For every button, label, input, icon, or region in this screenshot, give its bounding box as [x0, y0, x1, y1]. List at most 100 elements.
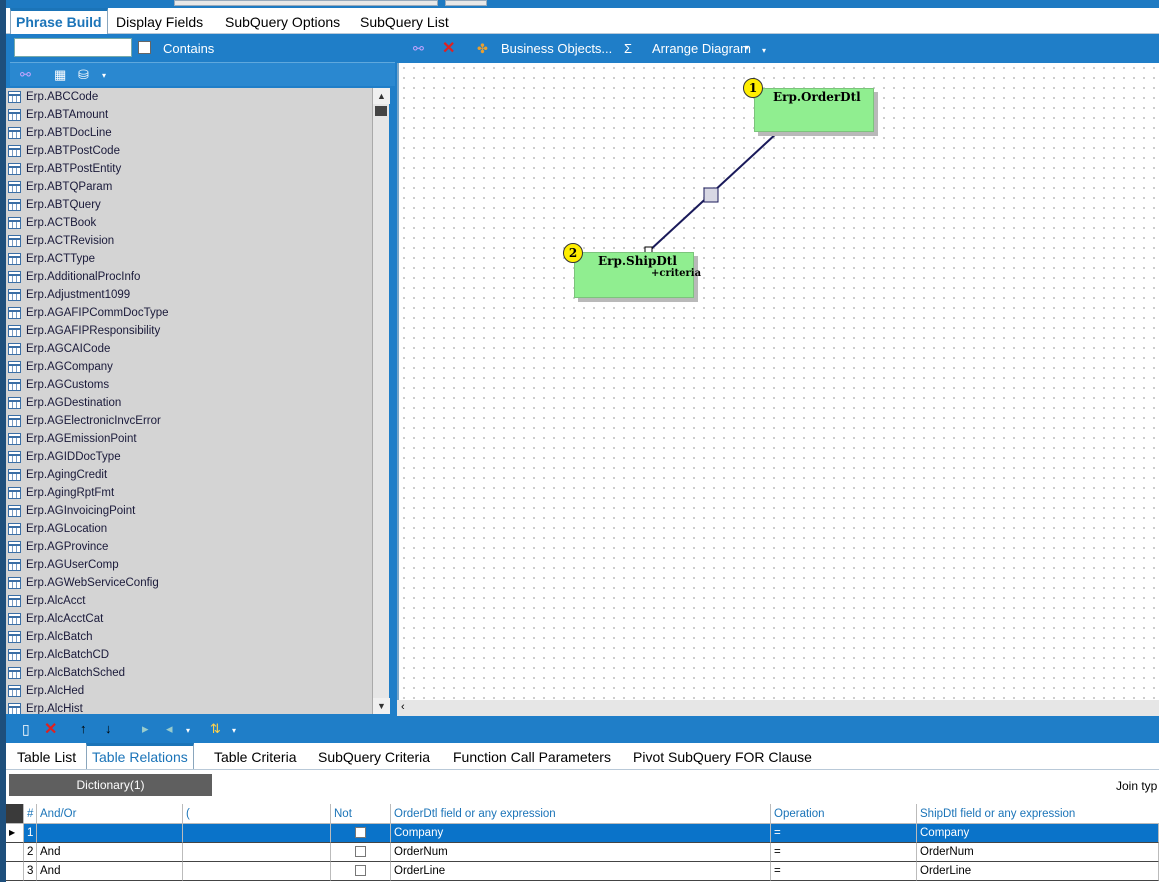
- link-tool-icon[interactable]: ⚯: [413, 41, 424, 57]
- cell-num[interactable]: 1: [24, 824, 37, 843]
- toolbar-dropdown-icon[interactable]: ▾: [102, 71, 106, 80]
- table-list-item[interactable]: Erp.AgingRptFmt: [6, 484, 380, 502]
- table-list-item[interactable]: Erp.AlcBatchSched: [6, 664, 380, 682]
- tab-phrase-build[interactable]: Phrase Build: [10, 8, 108, 34]
- contains-checkbox[interactable]: [138, 41, 151, 54]
- table-list-item[interactable]: Erp.AGIDDocType: [6, 448, 380, 466]
- tab-subquery-list[interactable]: SubQuery List: [360, 8, 449, 34]
- link-icon[interactable]: ⚯: [20, 67, 31, 83]
- column-header-right-field[interactable]: ShipDtl field or any expression: [917, 804, 1159, 824]
- table-list-item[interactable]: Erp.AlcHist: [6, 700, 380, 714]
- cell-not[interactable]: [331, 843, 391, 862]
- diagram-hscroll[interactable]: ‹: [397, 700, 1159, 716]
- arrange-dropdown-icon[interactable]: ▾: [745, 43, 749, 52]
- delete-icon[interactable]: ✕: [442, 38, 455, 58]
- table-list-item[interactable]: Erp.AGElectronicInvcError: [6, 412, 380, 430]
- toolbar-dropdown-icon[interactable]: ▾: [186, 726, 190, 735]
- table-list-item[interactable]: Erp.AdditionalProcInfo: [6, 268, 380, 286]
- table-list-item[interactable]: Erp.AGCustoms: [6, 376, 380, 394]
- tab-function-call-parameters[interactable]: Function Call Parameters: [453, 743, 611, 769]
- column-header-not[interactable]: Not: [331, 804, 391, 824]
- cell-left-field[interactable]: Company: [391, 824, 771, 843]
- move-down-icon[interactable]: ↓: [105, 721, 112, 736]
- relation-row[interactable]: ▶ 1 Company = Company: [6, 824, 1159, 843]
- table-list-item[interactable]: Erp.ABCCode: [6, 88, 380, 106]
- table-list-item[interactable]: Erp.AGInvoicingPoint: [6, 502, 380, 520]
- table-list-item[interactable]: Erp.AGEmissionPoint: [6, 430, 380, 448]
- relation-join-handle[interactable]: [703, 187, 719, 203]
- row-selector[interactable]: [6, 843, 24, 862]
- relation-row[interactable]: 2 And OrderNum = OrderNum: [6, 843, 1159, 862]
- toolbar-more-icon[interactable]: ▾: [762, 46, 766, 55]
- table-list-item[interactable]: Erp.ABTAmount: [6, 106, 380, 124]
- diagram-canvas[interactable]: Erp.OrderDtl 1 Erp.ShipDtl +criteria 2: [397, 63, 1159, 700]
- arrange-diagram-button[interactable]: Arrange Diagram: [652, 41, 751, 56]
- table-list-item[interactable]: Erp.AGAFIPResponsibility: [6, 322, 380, 340]
- business-objects-button[interactable]: Business Objects...: [501, 41, 612, 56]
- tab-table-criteria[interactable]: Table Criteria: [214, 743, 296, 769]
- table-list-item[interactable]: Erp.ABTPostCode: [6, 142, 380, 160]
- column-header-num[interactable]: #: [24, 804, 37, 824]
- tab-subquery-criteria[interactable]: SubQuery Criteria: [318, 743, 430, 769]
- indent-right-icon[interactable]: ▸: [142, 721, 149, 737]
- table-list-scrollbar[interactable]: ▲ ▼: [372, 88, 390, 714]
- not-checkbox[interactable]: [355, 827, 366, 838]
- cell-paren[interactable]: [183, 824, 331, 843]
- table-list-item[interactable]: Erp.AlcAcctCat: [6, 610, 380, 628]
- cell-andor[interactable]: [37, 824, 183, 843]
- relation-row[interactable]: 3 And OrderLine = OrderLine: [6, 862, 1159, 881]
- table-view-icon[interactable]: ▦: [54, 67, 66, 83]
- scroll-thumb[interactable]: [375, 106, 387, 116]
- table-list-item[interactable]: Erp.AGCAICode: [6, 340, 380, 358]
- table-list-item[interactable]: Erp.ACTRevision: [6, 232, 380, 250]
- scroll-down-icon[interactable]: ▼: [373, 698, 390, 714]
- top-nav-buttons[interactable]: [445, 0, 487, 6]
- row-selector[interactable]: [6, 862, 24, 881]
- move-up-icon[interactable]: ↑: [80, 721, 87, 736]
- table-list-item[interactable]: Erp.ABTQuery: [6, 196, 380, 214]
- cell-andor[interactable]: And: [37, 862, 183, 881]
- cell-num[interactable]: 3: [24, 862, 37, 881]
- indent-left-icon[interactable]: ◂: [166, 721, 173, 737]
- entity-shipdtl[interactable]: Erp.ShipDtl +criteria: [574, 252, 701, 298]
- table-list-item[interactable]: Erp.AlcAcct: [6, 592, 380, 610]
- cell-operation[interactable]: =: [771, 843, 917, 862]
- cell-not[interactable]: [331, 862, 391, 881]
- table-list-item[interactable]: Erp.ABTQParam: [6, 178, 380, 196]
- tab-subquery-options[interactable]: SubQuery Options: [225, 8, 340, 34]
- tab-pivot-subquery[interactable]: Pivot SubQuery FOR Clause: [633, 743, 812, 769]
- table-list-item[interactable]: Erp.AGDestination: [6, 394, 380, 412]
- column-header-left-field[interactable]: OrderDtl field or any expression: [391, 804, 771, 824]
- scroll-up-icon[interactable]: ▲: [373, 88, 390, 104]
- delete-row-icon[interactable]: ✕: [44, 719, 57, 739]
- cell-andor[interactable]: And: [37, 843, 183, 862]
- cell-right-field[interactable]: Company: [917, 824, 1159, 843]
- table-list-item[interactable]: Erp.AGLocation: [6, 520, 380, 538]
- business-objects-icon[interactable]: ✤: [477, 41, 488, 57]
- table-list-item[interactable]: Erp.ABTDocLine: [6, 124, 380, 142]
- cell-operation[interactable]: =: [771, 862, 917, 881]
- cell-right-field[interactable]: OrderLine: [917, 862, 1159, 881]
- column-header-operation[interactable]: Operation: [771, 804, 917, 824]
- table-list-item[interactable]: Erp.AlcBatchCD: [6, 646, 380, 664]
- cell-right-field[interactable]: OrderNum: [917, 843, 1159, 862]
- top-combo-box[interactable]: [174, 0, 438, 6]
- table-list-item[interactable]: Erp.AlcBatch: [6, 628, 380, 646]
- cell-not[interactable]: [331, 824, 391, 843]
- not-checkbox[interactable]: [355, 846, 366, 857]
- cell-paren[interactable]: [183, 862, 331, 881]
- table-list-item[interactable]: Erp.Adjustment1099: [6, 286, 380, 304]
- sort-dropdown-icon[interactable]: ▾: [232, 726, 236, 735]
- scroll-left-icon[interactable]: ‹: [401, 701, 405, 713]
- entity-orderdtl[interactable]: Erp.OrderDtl: [754, 88, 874, 132]
- dictionary-selector[interactable]: Dictionary(1): [9, 774, 212, 796]
- row-selector[interactable]: ▶: [6, 824, 24, 843]
- sigma-button[interactable]: Σ: [624, 41, 632, 56]
- column-header-paren[interactable]: (: [183, 804, 331, 824]
- table-list-item[interactable]: Erp.AGCompany: [6, 358, 380, 376]
- column-header-andor[interactable]: And/Or: [37, 804, 183, 824]
- cell-left-field[interactable]: OrderNum: [391, 843, 771, 862]
- table-list-item[interactable]: Erp.AGWebServiceConfig: [6, 574, 380, 592]
- database-icon[interactable]: ⛁: [78, 67, 89, 83]
- tab-table-list[interactable]: Table List: [17, 743, 76, 769]
